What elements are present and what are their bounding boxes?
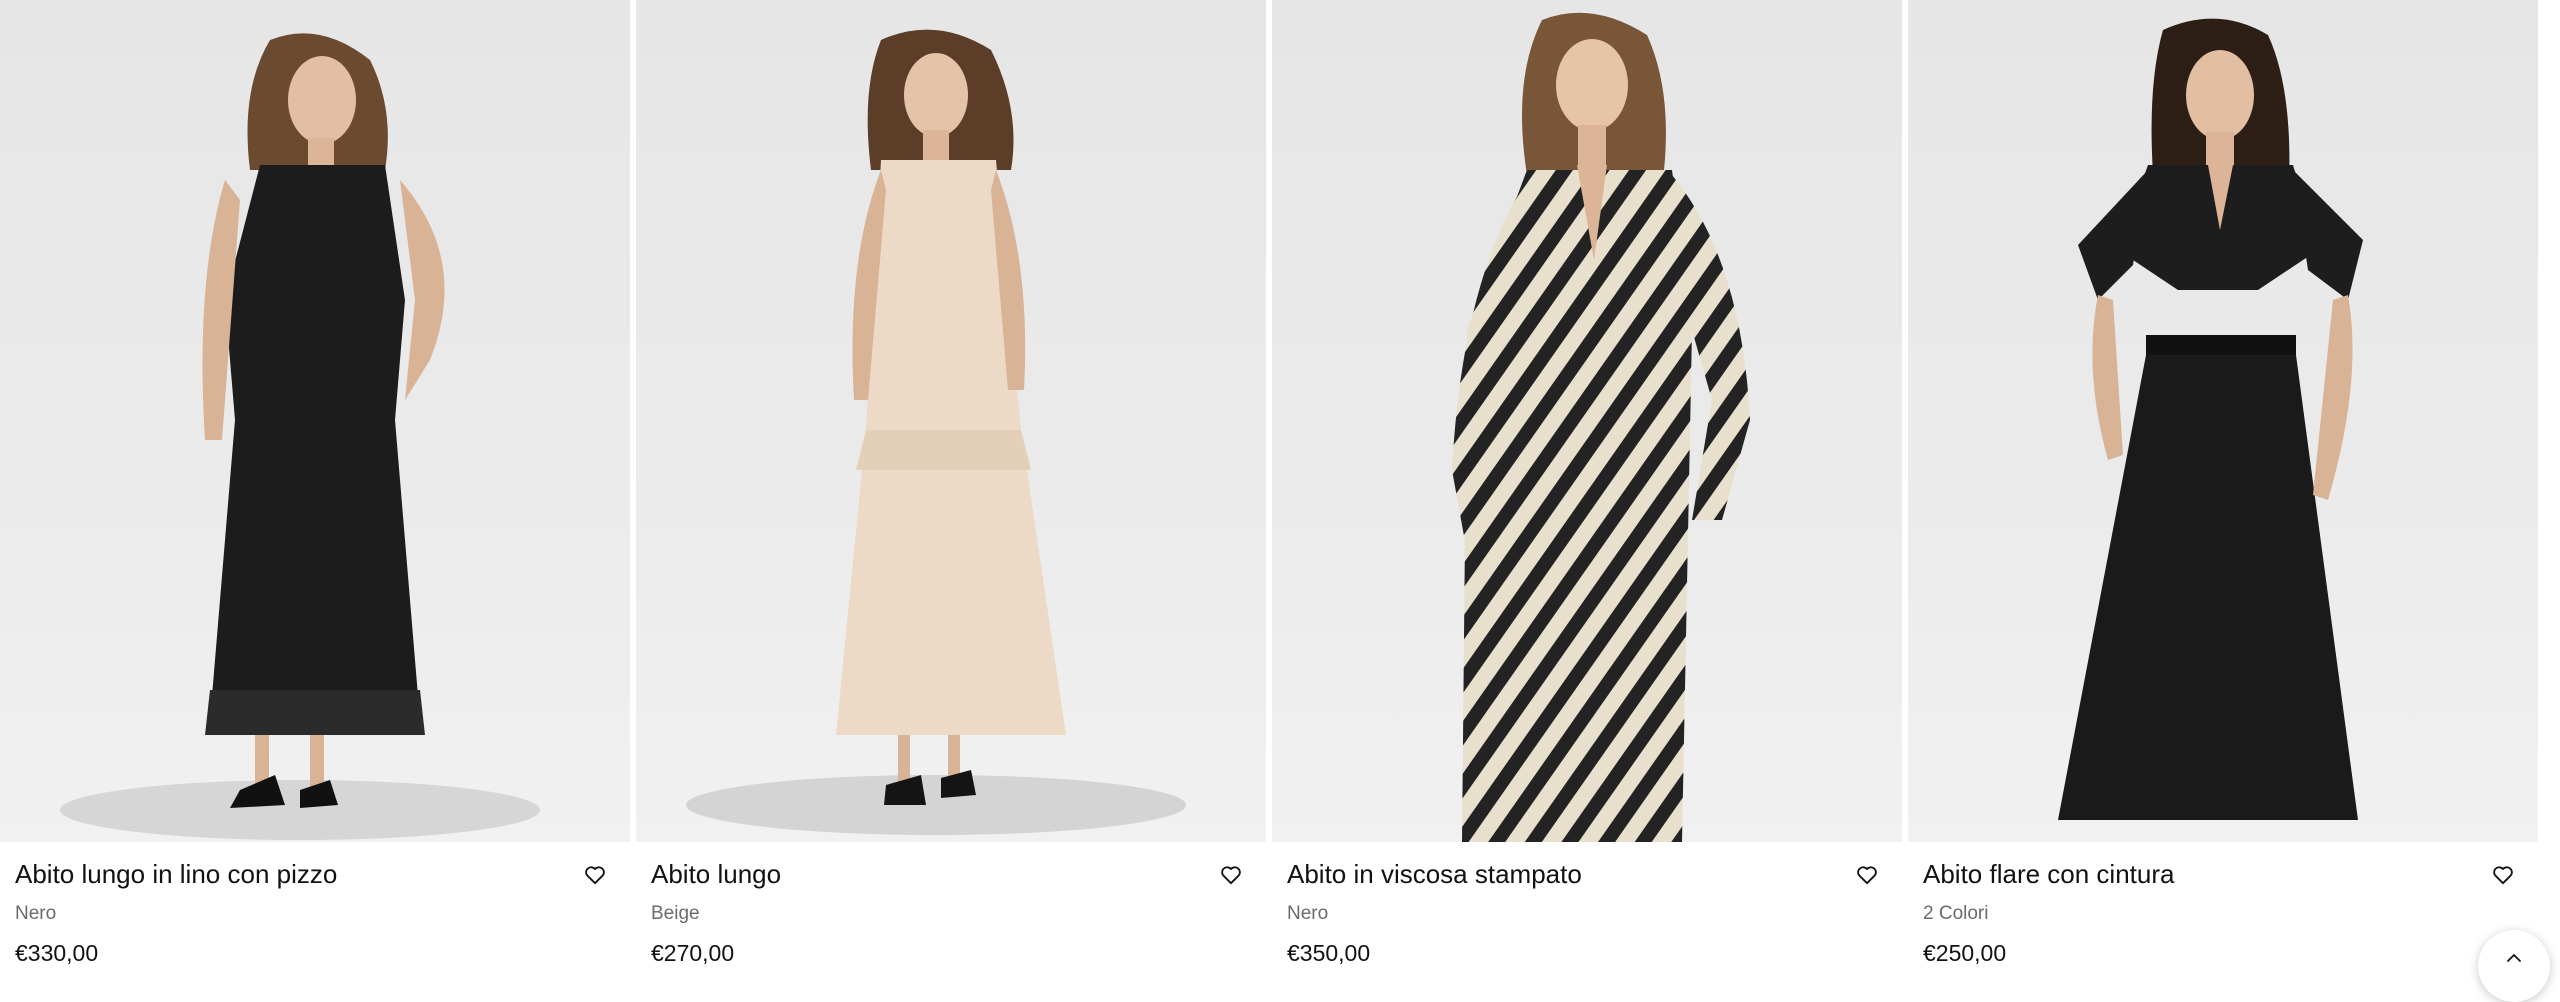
- product-grid: Abito lungo in lino con pizzo Nero €330,…: [0, 0, 2560, 980]
- product-name[interactable]: Abito lungo: [651, 856, 781, 892]
- chevron-up-icon: [2506, 950, 2522, 968]
- product-card[interactable]: Abito in viscosa stampato Nero €350,00: [1272, 0, 1902, 980]
- product-name[interactable]: Abito lungo in lino con pizzo: [15, 856, 337, 892]
- product-card[interactable]: Abito lungo in lino con pizzo Nero €330,…: [0, 0, 630, 980]
- product-color: Nero: [15, 903, 57, 924]
- product-image[interactable]: [636, 0, 1266, 842]
- scroll-top-button[interactable]: [2478, 930, 2550, 1002]
- product-card[interactable]: Abito lungo Beige €270,00: [636, 0, 1266, 980]
- heart-outline-icon[interactable]: [2488, 860, 2518, 890]
- black-lace-maxi-dress-photo: [60, 33, 540, 840]
- heart-outline-icon[interactable]: [580, 860, 610, 890]
- product-color: 2 Colori: [1923, 903, 1989, 924]
- product-color: Beige: [651, 903, 700, 924]
- product-color: Nero: [1287, 903, 1329, 924]
- product-card[interactable]: Abito flare con cintura 2 Colori €250,00: [1908, 0, 2538, 980]
- product-price: €330,00: [15, 940, 99, 966]
- black-flare-dress-photo: [2058, 18, 2363, 820]
- product-price: €250,00: [1923, 940, 2007, 966]
- product-price: €270,00: [651, 940, 735, 966]
- heart-outline-icon[interactable]: [1216, 860, 1246, 890]
- printed-wrap-dress-photo: [1452, 12, 1750, 842]
- product-price: €350,00: [1287, 940, 1371, 966]
- product-image[interactable]: [0, 0, 630, 842]
- product-image[interactable]: [1272, 0, 1902, 842]
- product-name[interactable]: Abito in viscosa stampato: [1287, 856, 1582, 892]
- product-image[interactable]: [1908, 0, 2538, 842]
- beige-maxi-dress-photo: [686, 29, 1186, 835]
- product-name[interactable]: Abito flare con cintura: [1923, 856, 2174, 892]
- heart-outline-icon[interactable]: [1852, 860, 1882, 890]
